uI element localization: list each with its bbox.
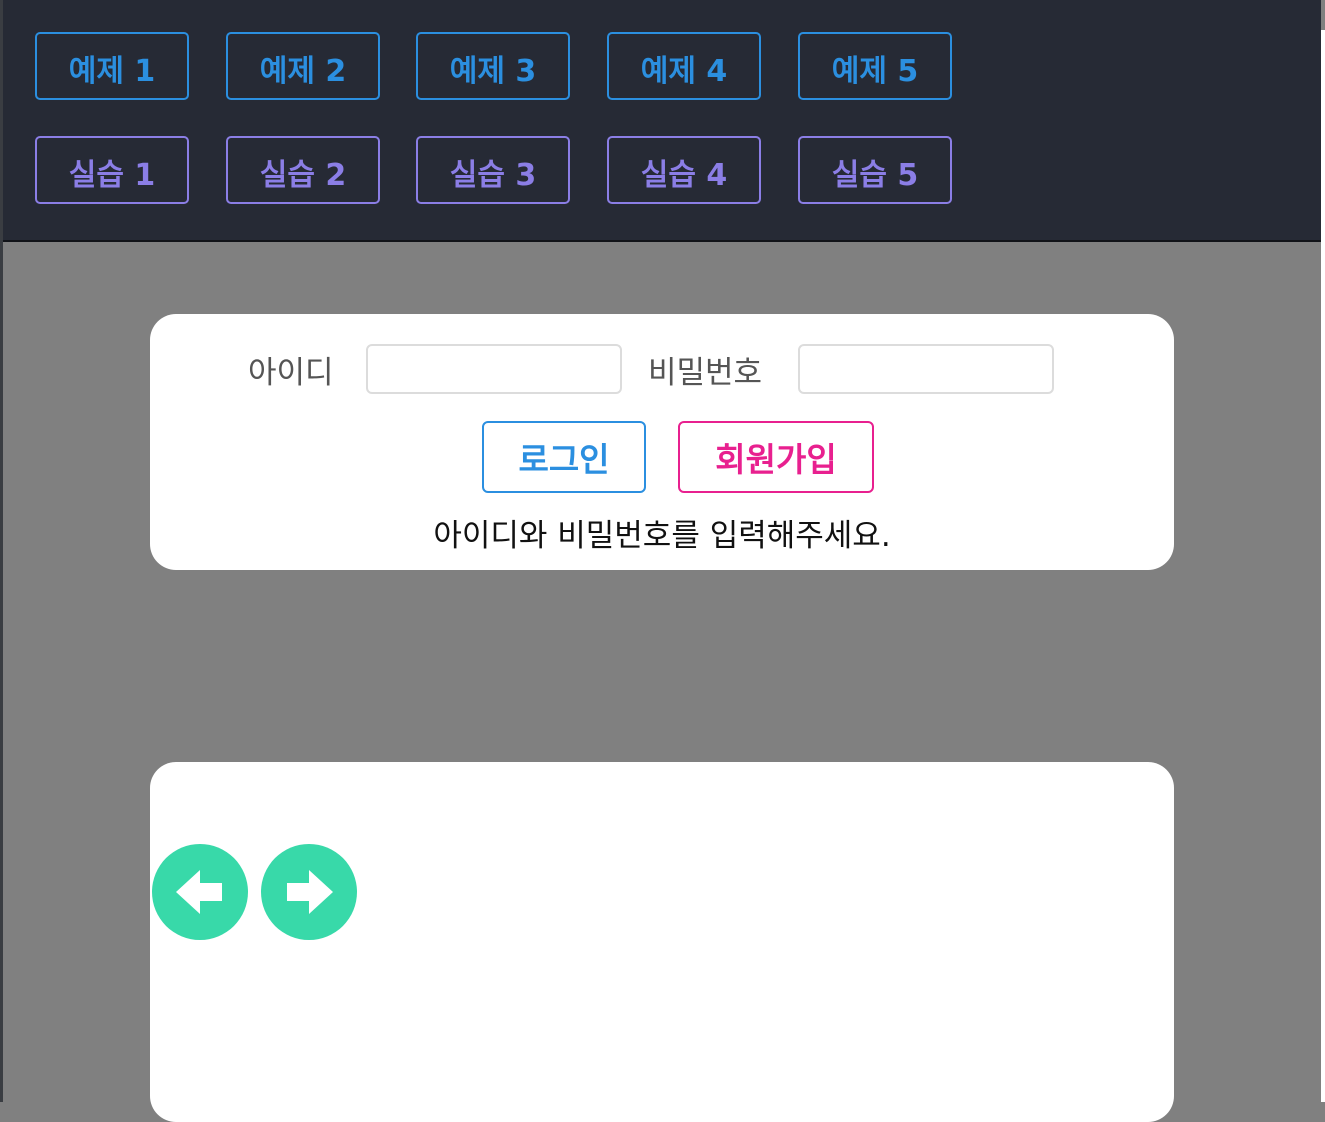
media-card	[150, 762, 1174, 1122]
id-label: 아이디	[248, 355, 334, 391]
next-button[interactable]	[261, 844, 357, 940]
top-nav-bar: 예제 1 예제 2 예제 3 예제 4 예제 5 실습 1 실습 2 실습 3 …	[3, 0, 1321, 242]
prev-button[interactable]	[152, 844, 248, 940]
practice-3-button[interactable]: 실습 3	[416, 136, 570, 204]
example-4-button[interactable]: 예제 4	[607, 32, 761, 100]
example-3-button[interactable]: 예제 3	[416, 32, 570, 100]
example-5-button[interactable]: 예제 5	[798, 32, 952, 100]
arrow-right-icon	[287, 870, 333, 914]
password-label: 비밀번호	[648, 355, 763, 391]
login-card: 아이디 비밀번호 로그인 회원가입 아이디와 비밀번호를 입력해주세요.	[150, 314, 1174, 570]
practice-2-button[interactable]: 실습 2	[226, 136, 380, 204]
arrow-left-icon	[176, 870, 222, 914]
example-2-button[interactable]: 예제 2	[226, 32, 380, 100]
practice-1-button[interactable]: 실습 1	[35, 136, 189, 204]
example-1-button[interactable]: 예제 1	[35, 32, 189, 100]
login-status-message: 아이디와 비밀번호를 입력해주세요.	[433, 518, 891, 554]
password-input[interactable]	[798, 344, 1054, 394]
practice-5-button[interactable]: 실습 5	[798, 136, 952, 204]
login-button[interactable]: 로그인	[482, 421, 646, 493]
signup-button[interactable]: 회원가입	[678, 421, 874, 493]
practice-4-button[interactable]: 실습 4	[607, 136, 761, 204]
window-right-edge	[1321, 30, 1325, 1102]
id-input[interactable]	[366, 344, 622, 394]
